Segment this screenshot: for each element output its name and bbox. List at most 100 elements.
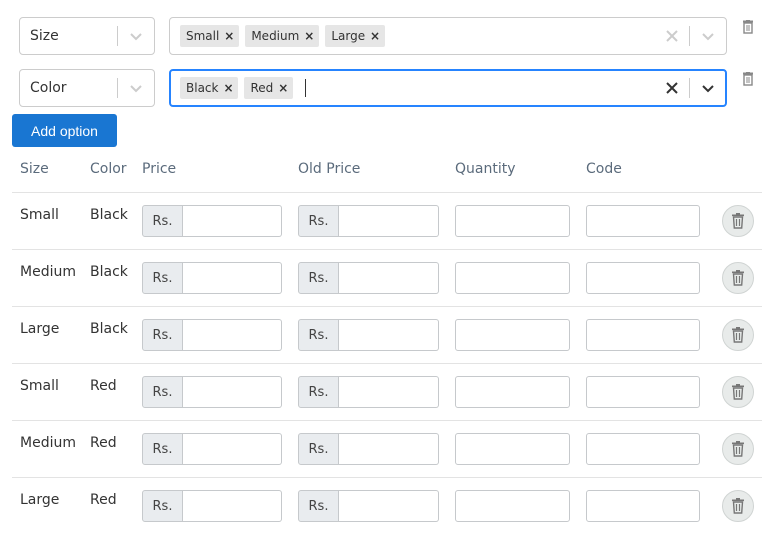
price-input[interactable]	[183, 490, 282, 522]
remove-x-icon[interactable]: ×	[273, 77, 293, 99]
remove-x-icon[interactable]: ×	[365, 25, 385, 47]
currency-prefix: Rs.	[298, 319, 339, 351]
old-price-input[interactable]	[339, 433, 439, 465]
delete-variant-button[interactable]	[722, 205, 754, 237]
quantity-input[interactable]	[455, 376, 570, 408]
chevron-down-icon[interactable]	[699, 79, 717, 97]
chip-label: Red	[250, 81, 274, 95]
code-input[interactable]	[586, 376, 700, 408]
remove-x-icon[interactable]: ×	[219, 25, 239, 47]
currency-prefix: Rs.	[298, 376, 339, 408]
currency-prefix: Rs.	[298, 490, 339, 522]
trash-icon	[731, 270, 745, 286]
delete-variant-button[interactable]	[722, 319, 754, 351]
quantity-input[interactable]	[455, 490, 570, 522]
cell-color: Red	[90, 378, 117, 394]
column-header-color: Color	[90, 161, 127, 177]
chevron-down-icon[interactable]	[127, 27, 145, 45]
value-chip: Red ×	[244, 77, 294, 99]
option-name-value: Color	[30, 80, 67, 96]
option-values-multiselect[interactable]: Black × Red ×	[169, 69, 727, 107]
old-price-input[interactable]	[339, 490, 439, 522]
option-row-size: Size Small × Medium × Large ×	[19, 17, 759, 55]
row-divider	[12, 249, 762, 250]
row-divider	[12, 420, 762, 421]
cell-size: Medium	[20, 264, 76, 280]
trash-icon[interactable]	[742, 71, 754, 86]
option-name-select[interactable]: Size	[19, 17, 155, 55]
price-input[interactable]	[183, 262, 282, 294]
code-input[interactable]	[586, 319, 700, 351]
delete-variant-button[interactable]	[722, 376, 754, 408]
old-price-input[interactable]	[339, 319, 439, 351]
old-price-input[interactable]	[339, 205, 439, 237]
cell-color: Red	[90, 435, 117, 451]
quantity-input[interactable]	[455, 433, 570, 465]
delete-variant-button[interactable]	[722, 490, 754, 522]
text-caret	[305, 79, 307, 97]
cell-size: Medium	[20, 435, 76, 451]
chevron-down-icon[interactable]	[699, 27, 717, 45]
remove-x-icon[interactable]: ×	[218, 77, 238, 99]
chip-label: Small	[186, 29, 220, 43]
option-values-multiselect[interactable]: Small × Medium × Large ×	[169, 17, 727, 55]
option-name-select[interactable]: Color	[19, 69, 155, 107]
currency-prefix: Rs.	[142, 490, 183, 522]
cell-color: Red	[90, 492, 117, 508]
cell-size: Small	[20, 378, 59, 394]
currency-prefix: Rs.	[142, 262, 183, 294]
cell-color: Black	[90, 264, 128, 280]
currency-prefix: Rs.	[142, 205, 183, 237]
trash-icon[interactable]	[742, 19, 754, 34]
chip-label: Black	[186, 81, 219, 95]
currency-prefix: Rs.	[142, 319, 183, 351]
clear-icon[interactable]	[663, 79, 681, 97]
currency-prefix: Rs.	[298, 262, 339, 294]
clear-icon[interactable]	[663, 27, 681, 45]
row-divider	[12, 192, 762, 193]
currency-prefix: Rs.	[142, 433, 183, 465]
quantity-input[interactable]	[455, 262, 570, 294]
column-header-code: Code	[586, 161, 622, 177]
remove-x-icon[interactable]: ×	[299, 25, 319, 47]
price-input[interactable]	[183, 433, 282, 465]
trash-icon	[731, 498, 745, 514]
trash-icon	[731, 327, 745, 343]
price-input[interactable]	[183, 205, 282, 237]
cell-size: Large	[20, 492, 60, 508]
option-row-color: Color Black × Red ×	[19, 69, 759, 107]
column-header-size: Size	[20, 161, 49, 177]
code-input[interactable]	[586, 205, 700, 237]
select-separator	[689, 26, 690, 46]
quantity-input[interactable]	[455, 205, 570, 237]
code-input[interactable]	[586, 433, 700, 465]
option-name-value: Size	[30, 28, 59, 44]
price-input[interactable]	[183, 376, 282, 408]
select-separator	[117, 26, 118, 46]
chevron-down-icon[interactable]	[127, 79, 145, 97]
old-price-input[interactable]	[339, 262, 439, 294]
price-input[interactable]	[183, 319, 282, 351]
trash-icon	[731, 441, 745, 457]
currency-prefix: Rs.	[142, 376, 183, 408]
quantity-input[interactable]	[455, 319, 570, 351]
trash-icon	[731, 384, 745, 400]
delete-variant-button[interactable]	[722, 262, 754, 294]
old-price-input[interactable]	[339, 376, 439, 408]
cell-size: Small	[20, 207, 59, 223]
row-divider	[12, 306, 762, 307]
code-input[interactable]	[586, 490, 700, 522]
cell-size: Large	[20, 321, 60, 337]
currency-prefix: Rs.	[298, 205, 339, 237]
cell-color: Black	[90, 207, 128, 223]
column-header-price: Price	[142, 161, 177, 177]
value-chip: Small ×	[180, 25, 240, 47]
value-chip: Large ×	[325, 25, 386, 47]
chip-label: Large	[331, 29, 366, 43]
value-chip: Medium ×	[245, 25, 320, 47]
add-option-button[interactable]: Add option	[12, 114, 117, 147]
chip-label: Medium	[251, 29, 300, 43]
code-input[interactable]	[586, 262, 700, 294]
row-divider	[12, 363, 762, 364]
delete-variant-button[interactable]	[722, 433, 754, 465]
